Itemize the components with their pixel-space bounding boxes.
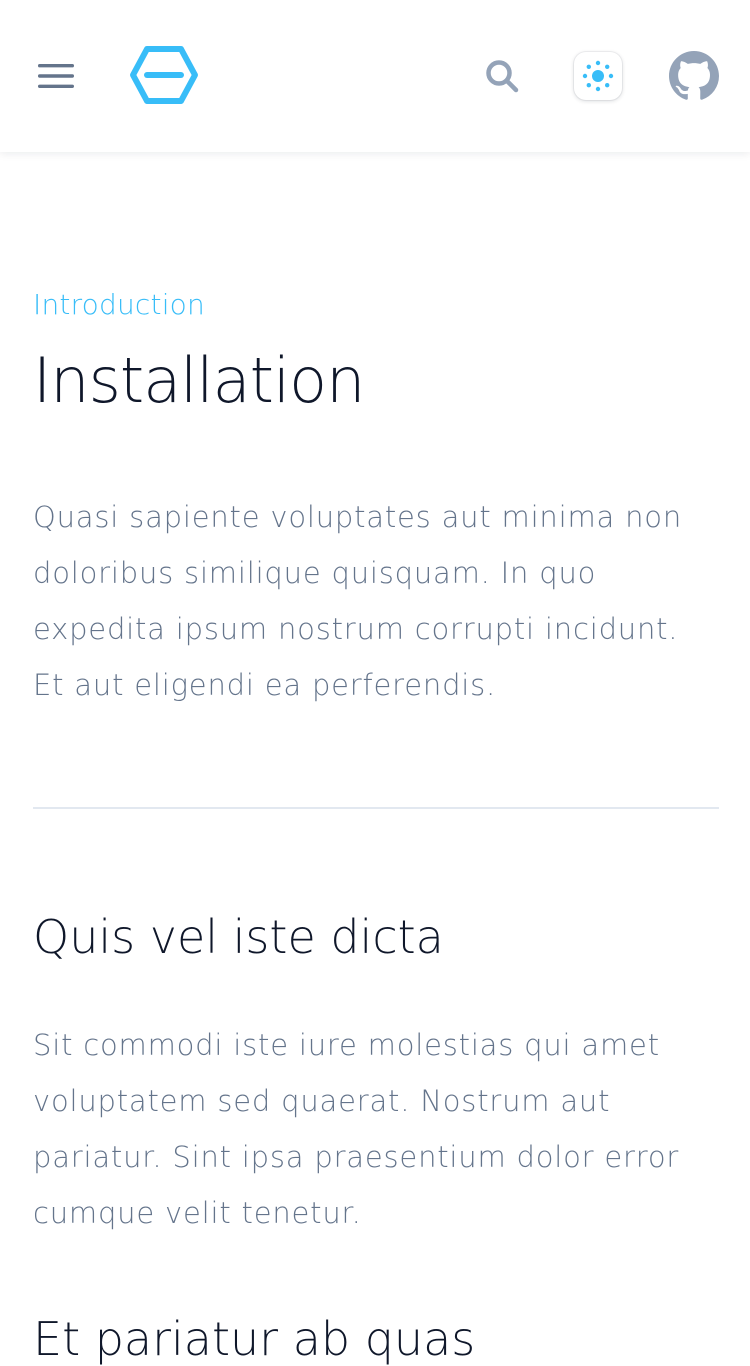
section-heading-next: Et pariatur ab quas [33,1312,476,1366]
theme-toggle-button[interactable] [574,52,622,100]
hexagon-logo-icon[interactable] [126,42,202,108]
search-icon[interactable] [478,52,526,100]
hamburger-menu-icon[interactable] [32,50,80,102]
section-eyebrow: Introduction [33,288,205,321]
sun-icon [582,60,614,92]
section-heading: Quis vel iste dicta [33,910,444,964]
section-paragraph: Sit commodi iste iure molestias qui amet… [33,1028,680,1230]
page-title: Installation [33,344,365,417]
top-navbar [0,0,750,152]
intro-paragraph: Quasi sapiente voluptates aut minima non… [33,500,683,702]
divider [33,807,719,809]
github-icon[interactable] [668,50,720,102]
